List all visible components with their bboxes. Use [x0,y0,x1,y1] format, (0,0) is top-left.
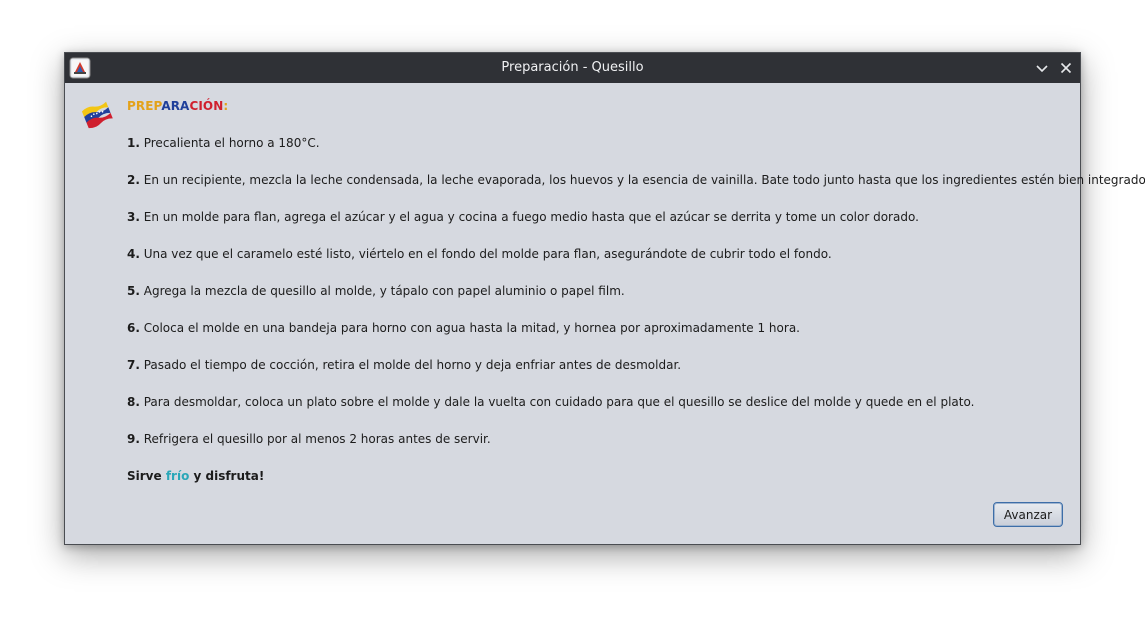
heading-part-red: CIÓN [189,99,224,113]
dialog-window: Preparación - Quesillo PREPARACIÓN: 1. P… [64,52,1145,545]
advance-button[interactable]: Avanzar [993,502,1063,527]
heading-part-blue: ARA [161,99,190,113]
step-text: Una vez que el caramelo esté listo, viér… [139,247,832,261]
closing-before: Sirve [127,469,166,483]
step-6: 6. Coloca el molde en una bandeja para h… [127,321,1072,358]
step-9: 9. Refrigera el quesillo por al menos 2 … [127,432,1072,469]
step-text: Coloca el molde en una bandeja para horn… [139,321,800,335]
step-number: 6. [127,321,140,335]
chevron-down-icon[interactable] [1032,58,1052,78]
step-number: 2. [127,173,140,187]
step-text: Pasado el tiempo de cocción, retira el m… [139,358,682,372]
step-number: 5. [127,284,140,298]
step-text: Para desmoldar, coloca un plato sobre el… [139,395,975,409]
steps-list: 1. Precalienta el horno a 180°C. 2. En u… [127,136,1145,469]
step-text: En un molde para flan, agrega el azúcar … [139,210,919,224]
content-panel: PREPARACIÓN: 1. Precalienta el horno a 1… [65,83,1145,544]
step-5: 5. Agrega la mezcla de quesillo al molde… [127,284,1072,321]
step-text: Refrigera el quesillo por al menos 2 hor… [139,432,491,446]
step-3: 3. En un molde para flan, agrega el azúc… [127,210,1072,247]
preparation-heading: PREPARACIÓN: [127,99,228,113]
step-number: 9. [127,432,140,446]
heading-colon: : [223,99,229,113]
window-title: Preparación - Quesillo [501,60,644,75]
step-4: 4. Una vez que el caramelo esté listo, v… [127,247,1072,284]
closing-after: y disfruta! [189,469,265,483]
step-7: 7. Pasado el tiempo de cocción, retira e… [127,358,1072,395]
step-number: 7. [127,358,140,372]
step-text: Precalienta el horno a 180°C. [139,136,320,150]
close-icon[interactable] [1056,58,1076,78]
step-text: En un recipiente, mezcla la leche conden… [139,173,1145,187]
step-number: 3. [127,210,140,224]
step-number: 1. [127,136,140,150]
step-1: 1. Precalienta el horno a 180°C. [127,136,1072,173]
closing-message: Sirve frío y disfruta! [127,469,264,483]
step-number: 8. [127,395,140,409]
title-bar[interactable]: Preparación - Quesillo [65,53,1080,83]
closing-highlight: frío [165,469,190,483]
step-number: 4. [127,247,140,261]
heading-part-yellow: PREP [127,99,162,113]
step-8: 8. Para desmoldar, coloca un plato sobre… [127,395,1072,432]
step-2: 2. En un recipiente, mezcla la leche con… [127,173,1145,210]
venezuela-flag-icon [81,97,113,131]
step-text: Agrega la mezcla de quesillo al molde, y… [139,284,625,298]
